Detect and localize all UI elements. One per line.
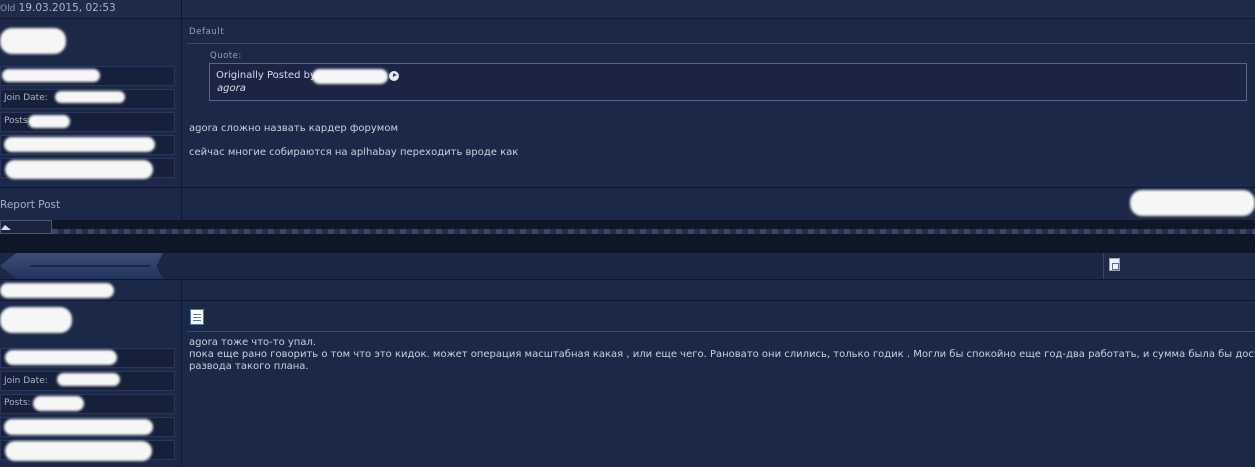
post-link-box [1103,253,1255,279]
redacted-user-title [2,69,100,82]
redacted-join-date [57,373,120,386]
redacted-username [0,28,66,54]
redacted-user-field-1 [4,137,155,152]
redacted-user-title [5,350,117,365]
post2-username-row [0,279,1255,301]
redacted-post-count [33,396,84,411]
redacted-username [0,283,114,298]
posts-label: Posts [4,116,28,126]
view-post-arrow-icon[interactable] [389,71,399,81]
post2-header-bar [0,253,1255,279]
post-footer [0,187,1255,220]
redacted-post-count [28,115,70,128]
posts-label: Posts: [4,398,31,408]
title-separator [187,43,1255,44]
title-separator [187,331,1255,332]
quote-text: agora [217,83,246,94]
redacted-user-field-2 [5,441,152,461]
footer-divider [181,188,182,220]
redacted-quoted-username [312,69,388,84]
redacted-join-date [55,91,125,103]
header-divider [181,0,182,19]
redacted-user-field-1 [4,419,153,435]
post-header-bar [0,0,1255,19]
document-icon [190,309,204,325]
post-separator [0,220,1255,253]
quote-label: Quote: [210,51,242,61]
rank-shield-graphic [0,253,163,279]
join-date-label: Join Date: [4,93,48,103]
post-body-line: agora сложно назвать кардер форумом [189,123,399,134]
post-title: Default [189,27,225,37]
old-label: Old [0,4,16,14]
post-body-line: agora тоже что-то упал. [189,337,317,348]
post-body-line: развода такого плана. [189,361,309,372]
post-date-text: 19.03.2015, 02:53 [18,2,116,14]
post-body-line: пока еще рано говорить о том что это кид… [189,349,1255,360]
report-post-link[interactable]: Report Post [0,199,60,211]
redacted-user-avatar [0,307,72,333]
redacted-signature [1130,190,1255,216]
post-link-icon[interactable] [1109,258,1120,271]
post-body-line: сейчас многие собираются на aplhabay пер… [189,147,519,158]
post-date: Old 19.03.2015, 02:53 [0,2,116,14]
quote-attribution: Originally Posted by [216,70,316,81]
redacted-user-field-2 [5,160,153,179]
join-date-label: Join Date: [4,376,48,386]
separator-tab[interactable] [0,220,52,234]
separator-rail [52,229,1255,234]
userinfo-column-divider [181,279,182,467]
